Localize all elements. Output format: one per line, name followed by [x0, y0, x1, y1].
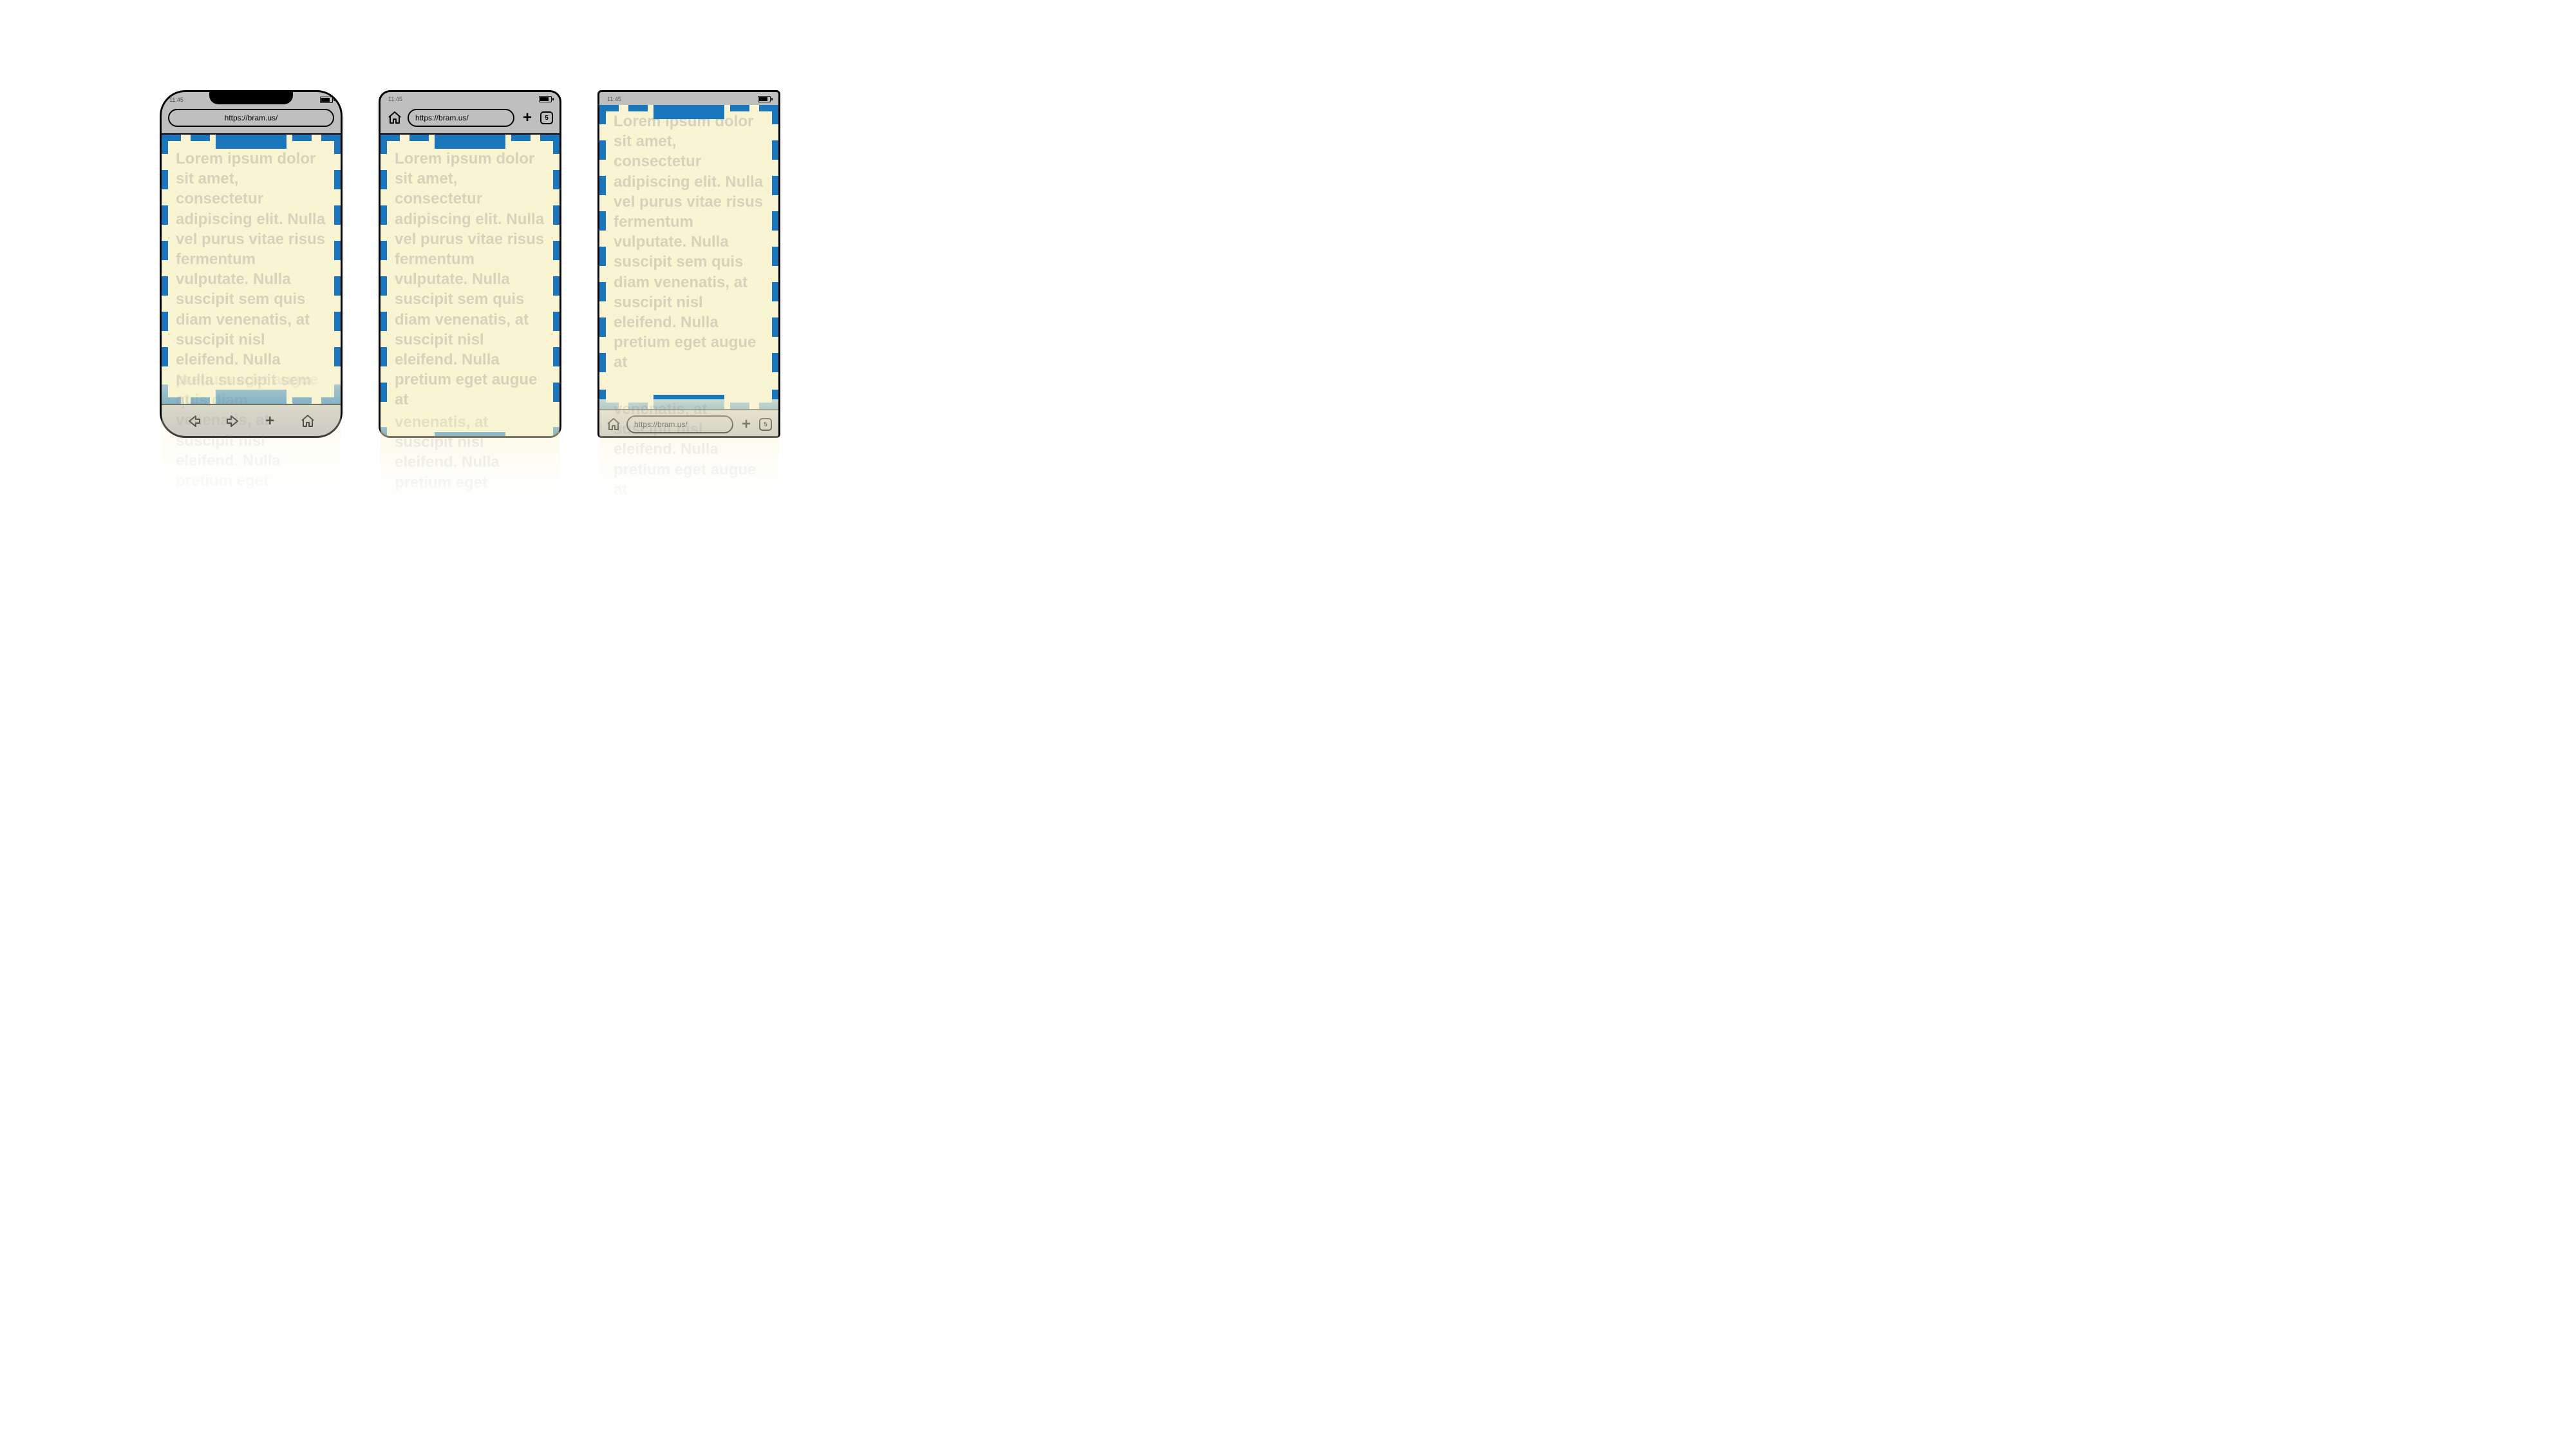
battery-icon [320, 97, 333, 103]
clock-label: 11:45 [388, 96, 402, 102]
tab-count-label: 5 [545, 115, 549, 122]
url-field[interactable]: https://bram.us/ [168, 109, 334, 127]
new-tab-button[interactable]: + [520, 110, 535, 126]
viewport: Lorem ipsum dolor sit amet, consectetur … [162, 135, 341, 404]
url-field[interactable]: https://bram.us/ [408, 109, 514, 127]
diagram-canvas: 11:45 https://bram.us/ Lorem ipsum dolor… [0, 0, 937, 526]
notch [209, 90, 293, 104]
home-button[interactable] [387, 110, 402, 126]
page-content-text: Lorem ipsum dolor sit amet, consectetur … [395, 149, 545, 410]
top-handle [435, 135, 505, 149]
url-text: https://bram.us/ [415, 113, 469, 122]
clock-label: 11:45 [169, 97, 183, 103]
address-bar-row: https://bram.us/ [162, 105, 341, 135]
phone-mock-b: 11:45 https://bram.us/ + 5 Lorem ipsum d… [379, 90, 561, 438]
plus-icon: + [523, 110, 532, 126]
viewport: Lorem ipsum dolor sit amet, consectetur … [599, 105, 778, 409]
overflow-text: venenatis, at suscipit nisl eleifend. Nu… [395, 412, 545, 493]
tab-count-button[interactable]: 5 [540, 111, 553, 124]
status-bar: 11:45 [162, 92, 341, 105]
status-bar: 11:45 [381, 92, 559, 105]
overflow-ghost-a: Nulla suscipit sem quis diam venenatis, … [162, 370, 341, 518]
home-icon [387, 110, 402, 126]
top-handle [216, 135, 287, 149]
status-bar: 11:45 [599, 92, 778, 105]
overflow-text: venenatis, at suscipit nisl eleifend. Nu… [614, 399, 764, 500]
battery-icon [758, 96, 771, 102]
page-content-text: Lorem ipsum dolor sit amet, consectetur … [614, 111, 764, 372]
page-content-text: Lorem ipsum dolor sit amet, consectetur … [176, 149, 326, 404]
phone-mock-c: 11:45 Lorem ipsum dolor sit amet, consec… [597, 90, 780, 438]
url-text: https://bram.us/ [225, 113, 278, 122]
viewport: Lorem ipsum dolor sit amet, consectetur … [381, 135, 559, 438]
battery-icon [539, 96, 552, 102]
clock-label: 11:45 [607, 96, 621, 102]
overflow-ghost-c: venenatis, at suscipit nisl eleifend. Nu… [599, 399, 778, 522]
overflow-text: Nulla suscipit sem quis diam venenatis, … [176, 370, 326, 491]
overflow-ghost-b: venenatis, at suscipit nisl eleifend. Nu… [381, 412, 559, 522]
address-bar-row: https://bram.us/ + 5 [381, 105, 559, 135]
